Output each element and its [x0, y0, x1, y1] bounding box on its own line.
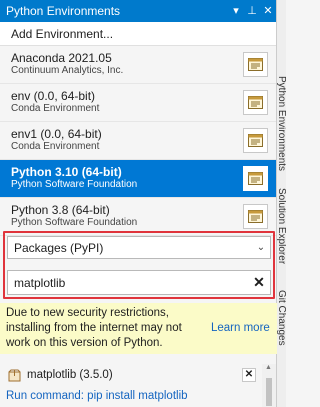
environment-item[interactable]: Anaconda 2021.05 Continuum Analytics, Inc… — [0, 46, 276, 84]
environment-name: env1 (0.0, 64-bit) — [11, 127, 102, 141]
scrollbar[interactable]: ▲ — [262, 364, 276, 407]
package-icon — [8, 369, 21, 381]
environment-name: env (0.0, 64-bit) — [11, 89, 96, 103]
run-command-link[interactable]: Run command: pip install matplotlib — [6, 390, 188, 402]
side-tab-strip: Python Environments Solution Explorer Gi… — [277, 0, 286, 407]
environment-overview-button[interactable] — [243, 204, 268, 229]
tab-python-environments[interactable]: Python Environments — [277, 76, 286, 171]
package-search-box[interactable]: ✕ — [7, 270, 271, 295]
overview-icon — [248, 96, 263, 109]
environment-vendor: Conda Environment — [11, 103, 100, 114]
pin-icon[interactable]: ⊥ — [244, 0, 260, 22]
package-name: matplotlib (3.5.0) — [27, 369, 113, 381]
scroll-up-icon[interactable]: ▲ — [265, 364, 272, 371]
tab-solution-explorer[interactable]: Solution Explorer — [277, 188, 286, 264]
environment-name: Anaconda 2021.05 — [11, 51, 112, 65]
environment-name: Python 3.8 (64-bit) — [11, 203, 110, 217]
add-environment-link[interactable]: Add Environment... — [0, 22, 276, 46]
environment-item[interactable]: env1 (0.0, 64-bit) Conda Environment — [0, 122, 276, 160]
environment-vendor: Python Software Foundation — [11, 179, 138, 190]
panel-titlebar: Python Environments ▾ ⊥ ✕ — [0, 0, 276, 22]
overview-icon — [248, 58, 263, 71]
tab-git-changes[interactable]: Git Changes — [277, 290, 286, 346]
overview-icon — [248, 134, 263, 147]
learn-more-link[interactable]: Learn more — [211, 321, 270, 336]
package-list-item[interactable]: matplotlib (3.5.0) ✕ — [0, 364, 262, 386]
environment-item[interactable]: Python 3.10 (64-bit) Python Software Foun… — [0, 160, 276, 198]
environment-item[interactable]: env (0.0, 64-bit) Conda Environment — [0, 84, 276, 122]
packages-dropdown-value: Packages (PyPI) — [14, 240, 104, 255]
uninstall-package-icon[interactable]: ✕ — [242, 368, 256, 382]
environment-overview-button[interactable] — [243, 128, 268, 153]
environment-overview-button[interactable] — [243, 166, 268, 191]
environment-name: Python 3.10 (64-bit) — [11, 165, 122, 179]
clear-search-icon[interactable]: ✕ — [248, 274, 270, 291]
scrollbar-thumb[interactable] — [266, 378, 272, 406]
overview-icon — [248, 210, 263, 223]
environment-vendor: Conda Environment — [11, 141, 100, 152]
packages-dropdown[interactable]: Packages (PyPI) ⌄ — [7, 236, 271, 259]
environment-overview-button[interactable] — [243, 90, 268, 115]
close-icon[interactable]: ✕ — [260, 0, 276, 22]
dropdown-menu-icon[interactable]: ▾ — [228, 0, 244, 22]
warning-message: Due to new security restrictions, instal… — [6, 307, 182, 349]
security-warning-banner: Due to new security restrictions, instal… — [0, 303, 277, 354]
environment-vendor: Continuum Analytics, Inc. — [11, 65, 124, 76]
panel-title: Python Environments — [6, 4, 121, 18]
package-search-input[interactable] — [14, 275, 248, 290]
environment-overview-button[interactable] — [243, 52, 268, 77]
environment-list: Anaconda 2021.05 Continuum Analytics, Inc… — [0, 46, 276, 245]
overview-icon — [248, 172, 263, 185]
environment-vendor: Python Software Foundation — [11, 217, 138, 228]
chevron-down-icon: ⌄ — [256, 242, 266, 253]
